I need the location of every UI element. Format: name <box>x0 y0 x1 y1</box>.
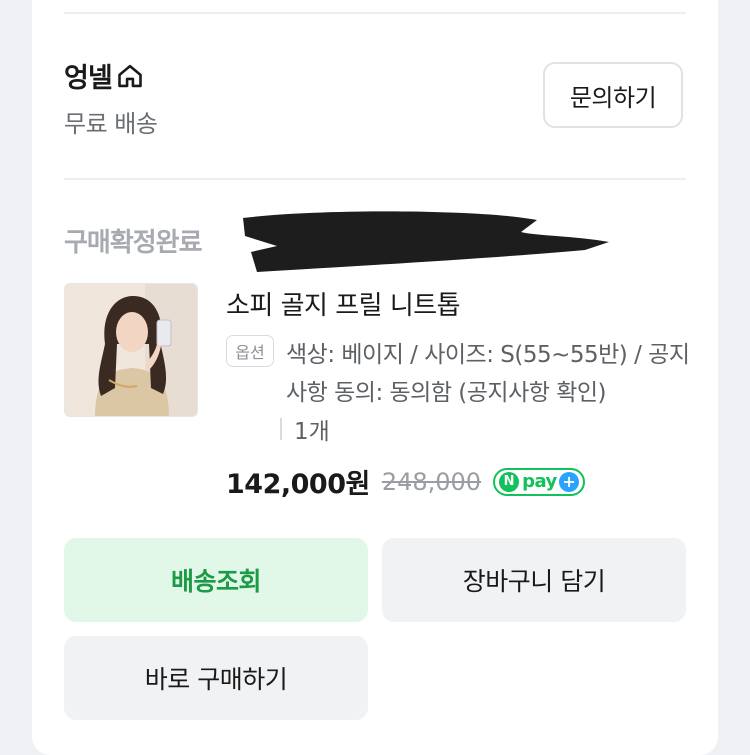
npay-plus-icon: + <box>559 471 580 492</box>
buy-now-button[interactable]: 바로 구매하기 <box>64 636 368 720</box>
quantity-row: 1개 <box>280 412 330 446</box>
add-to-cart-button[interactable]: 장바구니 담기 <box>382 538 686 622</box>
store-name-label: 엉넬 <box>64 63 113 94</box>
redaction-scribble <box>243 211 609 272</box>
inquiry-button[interactable]: 문의하기 <box>543 62 683 128</box>
quantity-separator <box>280 418 282 440</box>
product-name[interactable]: 소피 골지 프릴 니트톱 <box>226 285 461 322</box>
product-thumbnail[interactable] <box>64 283 198 417</box>
price-row: 142,000원 248,000 N pay + <box>226 462 586 501</box>
npay-plus-badge: N pay + <box>493 467 586 496</box>
section-divider <box>64 178 686 180</box>
sale-price: 142,000원 <box>226 469 370 500</box>
npay-n-icon: N <box>499 471 520 492</box>
track-delivery-button[interactable]: 배송조회 <box>64 538 368 622</box>
top-divider <box>64 12 686 14</box>
quantity: 1개 <box>294 419 330 445</box>
option-badge: 옵션 <box>226 335 274 367</box>
npay-pay-label: pay <box>522 471 557 492</box>
product-photo <box>65 284 197 416</box>
order-status: 구매확정완료 <box>64 228 203 258</box>
order-card: 엉넬 무료 배송 문의하기 구매확정완료 소피 골지 프릴 니트톱 옵션 색상:… <box>32 0 718 755</box>
original-price: 248,000 <box>381 467 482 496</box>
home-icon <box>117 64 142 87</box>
store-name[interactable]: 엉넬 <box>64 56 144 95</box>
option-text: 색상: 베이지 / 사이즈: S(55~55반) / 공지사항 동의: 동의함 … <box>286 342 690 406</box>
shipping-info: 무료 배송 <box>64 110 158 138</box>
